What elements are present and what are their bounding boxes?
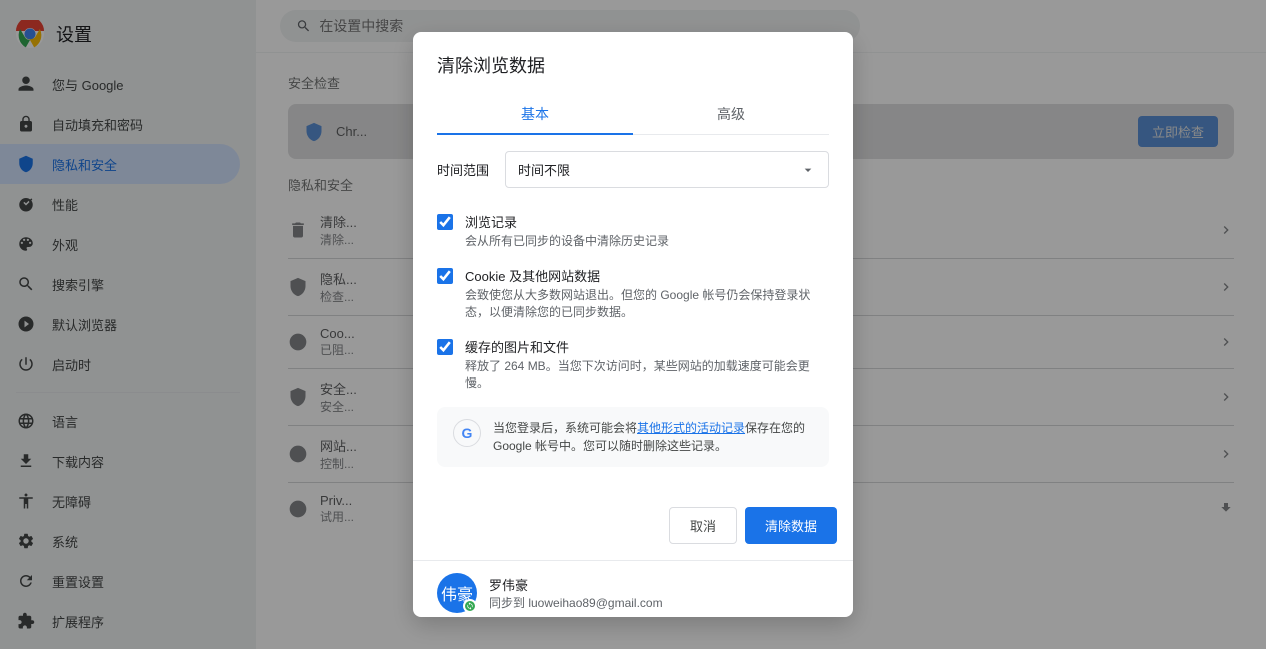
- dialog-title: 清除浏览数据: [437, 52, 829, 78]
- cookies-desc: 会致使您从大多数网站退出。但您的 Google 帐号仍会保持登录状态，以便清除您…: [465, 287, 829, 321]
- user-email: 同步到 luoweihao89@gmail.com: [489, 594, 663, 611]
- cookies-label: Cookie 及其他网站数据: [465, 266, 829, 285]
- time-range-label: 时间范围: [437, 160, 489, 179]
- time-range-value: 时间不限: [518, 160, 570, 179]
- tab-advanced[interactable]: 高级: [633, 94, 829, 134]
- chevron-down-icon: [800, 162, 816, 178]
- time-range-select[interactable]: 时间不限: [505, 151, 829, 188]
- cookies-checkbox[interactable]: [437, 268, 453, 284]
- checkbox-browsing-history: 浏览记录 会从所有已同步的设备中清除历史记录: [437, 204, 829, 258]
- cancel-button[interactable]: 取消: [669, 507, 737, 544]
- checkbox-cached: 缓存的图片和文件 释放了 264 MB。当您下次访问时，某些网站的加载速度可能会…: [437, 329, 829, 400]
- sync-dot: [463, 599, 477, 613]
- time-range-row: 时间范围 时间不限: [437, 151, 829, 188]
- tab-basic[interactable]: 基本: [437, 94, 633, 134]
- dialog-overlay: 清除浏览数据 基本 高级 时间范围 时间不限: [256, 0, 1266, 649]
- browsing-history-desc: 会从所有已同步的设备中清除历史记录: [465, 233, 669, 250]
- cached-checkbox[interactable]: [437, 339, 453, 355]
- clear-browsing-data-dialog: 清除浏览数据 基本 高级 时间范围 时间不限: [413, 32, 853, 616]
- dialog-header: 清除浏览数据 基本 高级: [413, 32, 853, 135]
- clear-data-button[interactable]: 清除数据: [745, 507, 837, 544]
- dialog-body: 时间范围 时间不限 浏览记录 会从所有已同步的设备中清除历史记录: [413, 135, 853, 499]
- google-g-logo: G: [453, 419, 481, 447]
- avatar: 伟豪: [437, 573, 477, 613]
- info-box: G 当您登录后，系统可能会将其他形式的活动记录保存在您的 Google 帐号中。…: [437, 407, 829, 467]
- user-info: 罗伟豪 同步到 luoweihao89@gmail.com: [489, 575, 663, 611]
- info-text-before: 当您登录后，系统可能会将: [493, 421, 637, 435]
- dialog-footer: 取消 清除数据: [413, 499, 853, 560]
- cached-desc: 释放了 264 MB。当您下次访问时，某些网站的加载速度可能会更慢。: [465, 358, 829, 392]
- browsing-history-checkbox[interactable]: [437, 214, 453, 230]
- user-name: 罗伟豪: [489, 575, 663, 594]
- activity-link[interactable]: 其他形式的活动记录: [637, 421, 745, 435]
- dialog-tabs: 基本 高级: [437, 94, 829, 135]
- browsing-history-label: 浏览记录: [465, 212, 669, 231]
- user-section: 伟豪 罗伟豪 同步到 luoweihao89@gmail.com: [413, 560, 853, 616]
- info-text: 当您登录后，系统可能会将其他形式的活动记录保存在您的 Google 帐号中。您可…: [493, 419, 813, 455]
- checkbox-cookies: Cookie 及其他网站数据 会致使您从大多数网站退出。但您的 Google 帐…: [437, 258, 829, 329]
- cached-label: 缓存的图片和文件: [465, 337, 829, 356]
